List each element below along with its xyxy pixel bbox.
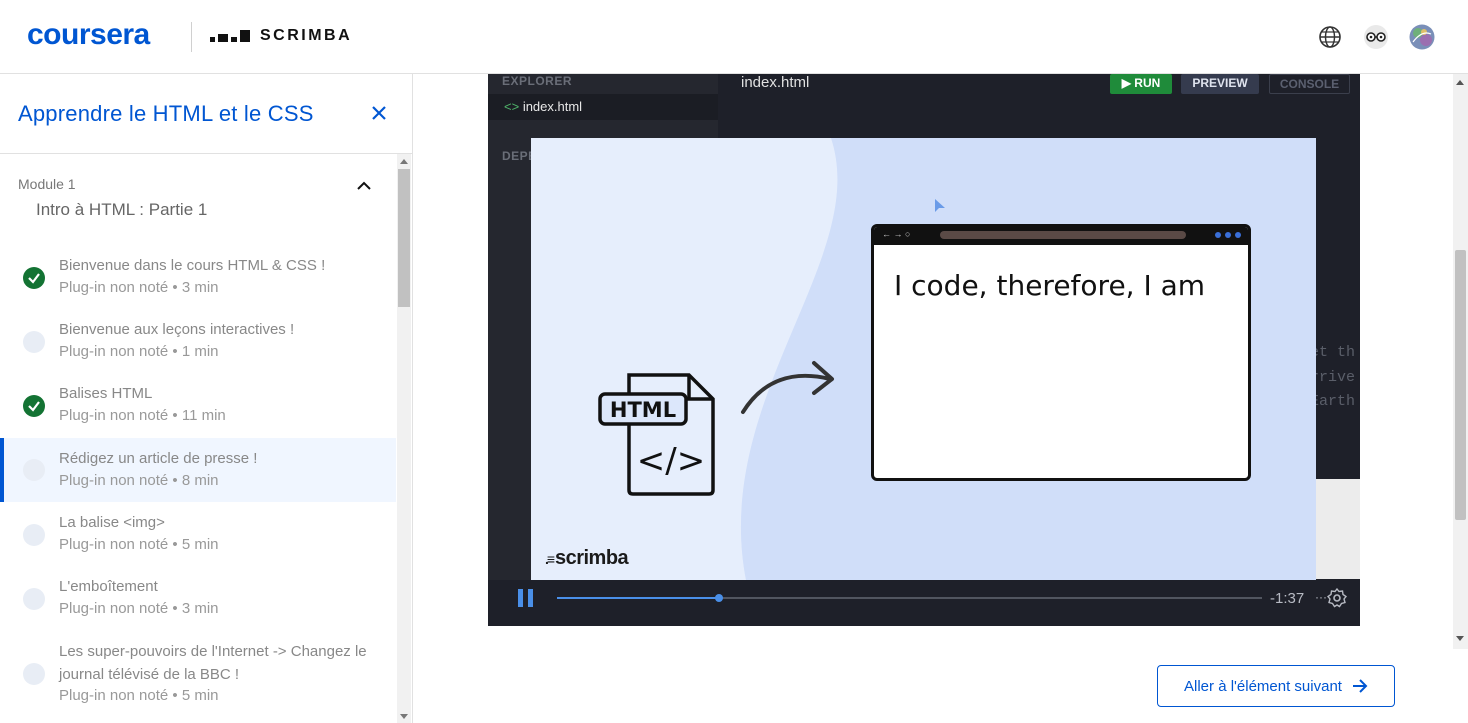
run-button[interactable]: ▶ RUN — [1110, 74, 1172, 94]
preview-pane-edge — [1316, 479, 1360, 579]
lesson-meta: Plug-in non noté • 1 min — [59, 343, 219, 360]
lesson-title: La balise <img> — [59, 514, 165, 531]
address-bar — [940, 231, 1186, 239]
lesson-item[interactable]: Balises HTML Plug-in non noté • 11 min — [0, 372, 396, 436]
scrimba-wordmark: SCRIMBA — [260, 27, 353, 44]
explorer-file-item[interactable]: <> index.html — [488, 94, 718, 120]
code-icon: <> — [504, 99, 520, 114]
lesson-meta: Plug-in non noté • 11 min — [59, 407, 226, 424]
lesson-title: Bienvenue aux leçons interactives ! — [59, 321, 295, 338]
lesson-item-active[interactable]: Rédigez un article de presse ! Plug-in n… — [0, 438, 396, 502]
arrow-right-icon — [1352, 679, 1368, 693]
lesson-meta: Plug-in non noté • 5 min — [59, 687, 219, 704]
main-scroll-down-icon[interactable] — [1456, 636, 1464, 641]
preview-button[interactable]: PREVIEW — [1181, 74, 1259, 94]
sidebar-scroll-thumb[interactable] — [398, 169, 410, 307]
lesson-item[interactable]: Les super-pouvoirs de l'Internet -> Chan… — [0, 630, 396, 723]
next-item-label: Aller à l'élément suivant — [1184, 677, 1342, 695]
video-progress-fill — [557, 597, 719, 599]
video-controls — [488, 580, 1360, 626]
chevron-up-icon — [357, 181, 371, 190]
lesson-title: Balises HTML — [59, 385, 153, 402]
course-sidebar: Apprendre le HTML et le CSS Module 1 Int… — [0, 74, 413, 723]
lesson-meta: Plug-in non noté • 8 min — [59, 472, 219, 489]
scrimba-watermark: .≡ scrimba — [545, 547, 629, 569]
close-icon — [372, 106, 386, 120]
lesson-title: Rédigez un article de presse ! — [59, 450, 258, 467]
lesson-title: L'emboîtement — [59, 578, 158, 595]
incomplete-status-icon — [23, 524, 45, 546]
collapse-module-button[interactable] — [355, 177, 373, 195]
browser-content-text: I code, therefore, I am — [894, 269, 1206, 302]
video-progress-handle[interactable] — [715, 594, 723, 602]
module-label: Module 1 — [18, 176, 76, 192]
console-button[interactable]: CONSOLE — [1269, 74, 1350, 94]
svg-text:</>: </> — [637, 441, 705, 481]
explorer-label: EXPLORER — [502, 74, 573, 88]
code-line: et th — [1310, 344, 1356, 361]
explorer-file-name: index.html — [522, 99, 583, 114]
settings-button[interactable] — [1326, 587, 1348, 613]
gear-icon — [1326, 587, 1348, 608]
incomplete-status-icon — [23, 459, 45, 481]
completed-check-icon — [23, 395, 45, 417]
glasses-avatar-icon[interactable] — [1362, 24, 1388, 50]
lesson-meta: Plug-in non noté • 5 min — [59, 536, 219, 553]
code-line: Earth — [1310, 393, 1356, 410]
lesson-item[interactable]: La balise <img> Plug-in non noté • 5 min — [0, 502, 396, 566]
code-line: rrive — [1310, 369, 1356, 386]
sidebar-divider — [0, 153, 412, 154]
pause-button[interactable] — [517, 588, 535, 613]
globe-icon[interactable] — [1317, 24, 1343, 50]
close-sidebar-button[interactable] — [369, 103, 389, 123]
lesson-item[interactable]: L'emboîtement Plug-in non noté • 3 min — [0, 566, 396, 630]
incomplete-status-icon — [23, 663, 45, 685]
more-options-icon[interactable]: ··· — [1315, 590, 1327, 604]
lesson-title: Bienvenue dans le cours HTML & CSS ! — [59, 257, 326, 274]
completed-check-icon — [23, 267, 45, 289]
active-indicator — [0, 438, 4, 502]
curved-arrow-icon — [741, 361, 834, 414]
lesson-meta: Plug-in non noté • 3 min — [59, 600, 219, 617]
coursera-logo[interactable]: coursera — [27, 18, 150, 52]
logo-divider — [191, 22, 192, 52]
browser-title-bar: ← → ○ — [874, 227, 1248, 245]
lesson-meta: Plug-in non noté • 3 min — [59, 279, 219, 296]
lesson-item[interactable]: Bienvenue aux leçons interactives ! Plug… — [0, 308, 396, 372]
time-remaining: -1:37 — [1270, 590, 1305, 607]
editor-tab[interactable]: index.html — [741, 74, 809, 91]
main-scroll-thumb[interactable] — [1455, 250, 1466, 520]
course-title: Apprendre le HTML et le CSS — [18, 101, 314, 126]
scrimba-logo[interactable]: SCRIMBA — [210, 27, 352, 45]
scroll-down-arrow-icon[interactable] — [400, 714, 408, 719]
lesson-item[interactable]: Bienvenue dans le cours HTML & CSS ! Plu… — [0, 244, 396, 308]
scroll-up-arrow-icon[interactable] — [400, 159, 408, 164]
top-header: coursera SCRIMBA — [0, 0, 1468, 74]
scrimba-mark-icon — [210, 30, 250, 42]
module-name[interactable]: Intro à HTML : Partie 1 — [36, 200, 207, 220]
browser-illustration: ← → ○ I code, therefore, I am — [871, 224, 1251, 481]
incomplete-status-icon — [23, 588, 45, 610]
mouse-cursor-icon — [935, 199, 945, 212]
html-badge: HTML — [610, 398, 676, 422]
incomplete-status-icon — [23, 331, 45, 353]
lesson-title: Les super-pouvoirs de l'Internet -> Chan… — [59, 643, 367, 683]
next-item-button[interactable]: Aller à l'élément suivant — [1157, 665, 1395, 707]
pause-icon — [518, 589, 533, 607]
main-scroll-up-icon[interactable] — [1456, 80, 1464, 85]
html-file-icon: HTML </> — [598, 373, 715, 496]
browser-dots-icon — [1215, 232, 1241, 238]
user-avatar[interactable] — [1409, 24, 1435, 50]
browser-nav-icon: ← → ○ — [882, 229, 911, 239]
